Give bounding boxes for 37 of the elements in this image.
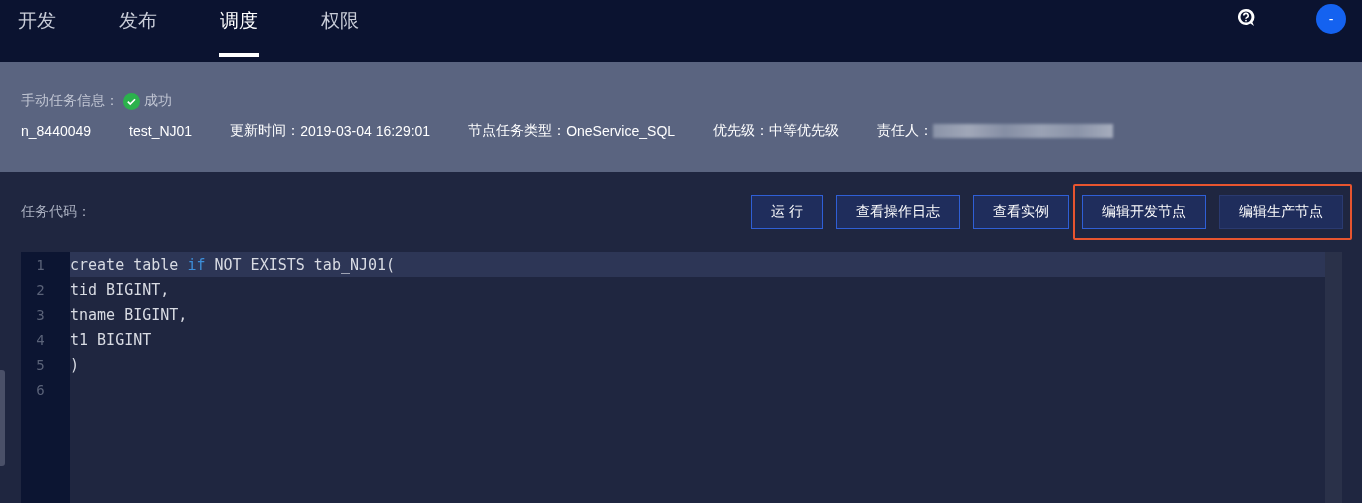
line-number: 6 <box>35 381 46 398</box>
action-button[interactable]: 运 行 <box>751 195 823 229</box>
field-label: 更新时间： <box>230 122 301 140</box>
field-label: 节点任务类型： <box>468 122 567 140</box>
code-line: tname BIGINT, <box>70 305 188 324</box>
field-value: 中等优先级 <box>769 122 840 140</box>
field-value: n_8440049 <box>21 123 92 139</box>
field-label: 优先级： <box>713 122 770 140</box>
field-value: 2019-03-04 16:29:01 <box>300 123 431 139</box>
success-icon <box>123 92 140 110</box>
nav-tab[interactable]: 发布 <box>118 0 158 62</box>
field-value: test_NJ01 <box>129 123 193 139</box>
info-title: 手动任务信息： <box>21 92 119 110</box>
line-number: 5 <box>35 356 46 373</box>
code-editor[interactable]: 1 create table if NOT EXISTS tab_NJ01( 2 tid BIGINT, 3 tname BIGINT, 4 t1 BIGINT 5 ) 6 <box>21 252 1342 503</box>
field-value: OneService_SQL <box>566 123 676 139</box>
code-line: t1 BIGINT <box>70 330 152 349</box>
code-line: create table if NOT EXISTS tab_NJ01( <box>70 255 396 274</box>
nav-tab[interactable]: 开发 <box>17 0 57 62</box>
line-number: 3 <box>35 306 46 323</box>
action-button[interactable]: 查看操作日志 <box>836 195 960 229</box>
line-number: 1 <box>35 256 46 273</box>
line-number: 2 <box>35 281 46 298</box>
side-handle[interactable] <box>0 370 5 466</box>
nav-tab[interactable]: 调度 <box>219 0 259 62</box>
status-text: 成功 <box>144 92 172 110</box>
code-line: ) <box>70 355 80 374</box>
help-icon[interactable] <box>1236 8 1256 28</box>
section-title: 任务代码： <box>21 203 91 221</box>
line-number: 4 <box>35 331 46 348</box>
action-button[interactable]: 查看实例 <box>973 195 1069 229</box>
code-line: tid BIGINT, <box>70 280 170 299</box>
action-button[interactable]: 编辑生产节点 <box>1219 195 1343 229</box>
action-button[interactable]: 编辑开发节点 <box>1082 195 1206 229</box>
field-label: 责任人： <box>877 122 934 140</box>
user-avatar[interactable]: - <box>1316 4 1346 34</box>
nav-tab[interactable]: 权限 <box>320 0 360 62</box>
